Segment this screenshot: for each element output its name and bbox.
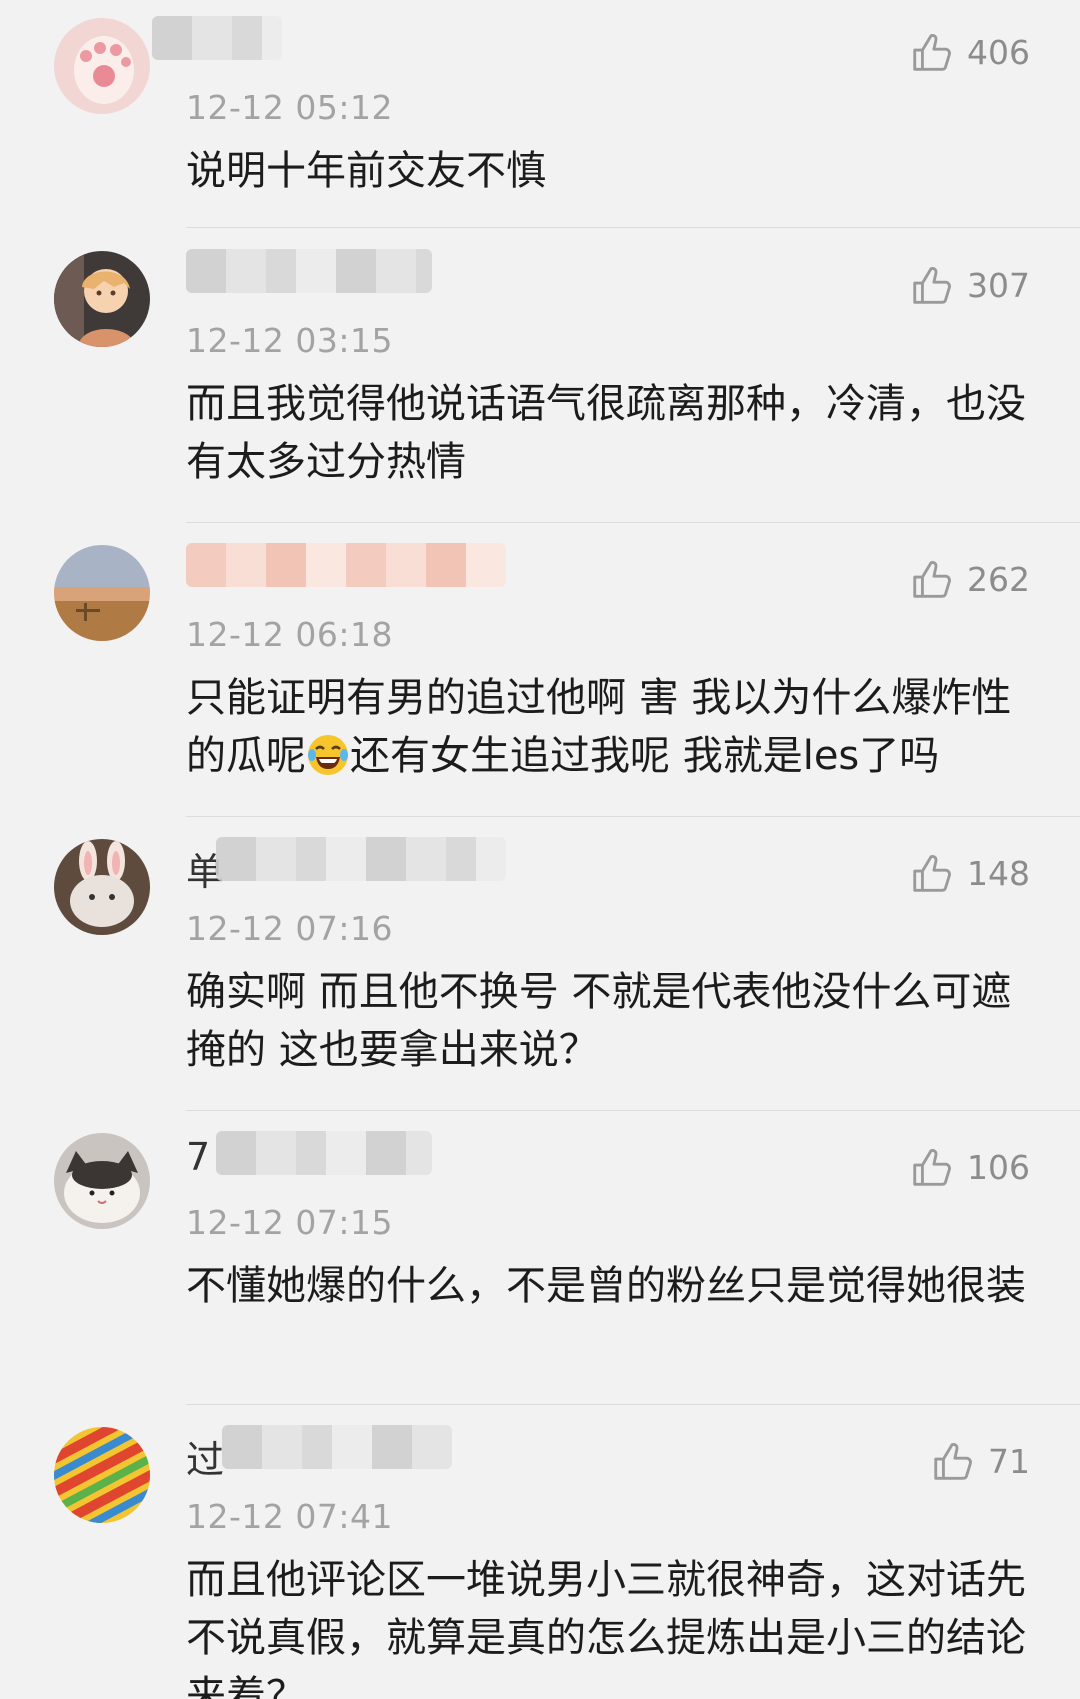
avatar[interactable]	[54, 1133, 150, 1229]
timestamp: 12-12 07:16	[186, 909, 393, 948]
username[interactable]	[186, 539, 506, 599]
avatar[interactable]	[54, 18, 150, 114]
username-blurred	[216, 1131, 432, 1175]
username-visible-part: 过	[186, 1438, 225, 1482]
username-blurred	[222, 1425, 452, 1469]
comment-text: 而且我觉得他说话语气很疏离那种，冷清，也没有太多过分热情	[186, 381, 1026, 485]
like-button[interactable]: 106	[909, 1141, 1030, 1193]
divider	[186, 522, 1080, 523]
like-button[interactable]: 262	[909, 553, 1030, 605]
timestamp: 12-12 06:18	[186, 615, 393, 654]
comment-text: 不懂她爆的什么，不是曾的粉丝只是觉得她很装	[186, 1263, 1026, 1309]
timestamp: 12-12 03:15	[186, 321, 393, 360]
like-button[interactable]: 148	[909, 847, 1030, 899]
divider	[186, 816, 1080, 817]
username-blurred	[216, 837, 506, 881]
thumbs-up-icon	[909, 29, 955, 75]
username[interactable]	[152, 12, 506, 72]
like-count: 262	[967, 559, 1030, 599]
thumbs-up-icon	[909, 850, 955, 896]
divider	[186, 1110, 1080, 1111]
comment-text: 确实啊 而且他不换号 不就是代表他没什么可遮掩的 这也要拿出来说？	[186, 969, 1012, 1073]
avatar[interactable]	[54, 839, 150, 935]
comment-item: 过 71 12-12 07:41 而且他评论区一堆说男小三就很神奇，这对话先不说…	[0, 1409, 1080, 1699]
avatar[interactable]	[54, 545, 150, 641]
like-count: 106	[967, 1147, 1030, 1187]
timestamp: 12-12 07:15	[186, 1203, 393, 1242]
avatar[interactable]	[54, 1427, 150, 1523]
laughing-tears-emoji-icon	[306, 733, 350, 777]
comment-list: 406 12-12 05:12 说明十年前交友不慎 307 12-12 03:1…	[0, 0, 1080, 1699]
like-button[interactable]: 71	[930, 1435, 1030, 1487]
thumbs-up-icon	[909, 262, 955, 308]
thumbs-up-icon	[909, 1144, 955, 1190]
comment-text: 而且他评论区一堆说男小三就很神奇，这对话先不说真假，就算是真的怎么提炼出是小三的…	[186, 1557, 1026, 1699]
comment-text: 说明十年前交友不慎	[186, 148, 546, 194]
username-visible-part: 7	[186, 1135, 211, 1179]
like-button[interactable]: 406	[909, 26, 1030, 78]
comment-item: 单 148 12-12 07:16 确实啊 而且他不换号 不就是代表他没什么可遮…	[0, 821, 1080, 1111]
like-count: 406	[967, 32, 1030, 72]
like-count: 148	[967, 853, 1030, 893]
username[interactable]: 单	[186, 833, 506, 894]
thumbs-up-icon	[909, 556, 955, 602]
username-blurred	[186, 543, 506, 587]
like-button[interactable]: 307	[909, 259, 1030, 311]
username[interactable]	[186, 245, 506, 305]
username[interactable]: 过	[186, 1421, 506, 1482]
divider	[186, 227, 1080, 228]
comment-item: 406 12-12 05:12 说明十年前交友不慎	[0, 0, 1080, 228]
comment-text: 只能证明有男的追过他啊 害 我以为什么爆炸性的瓜呢 还有女生追过我呢 我就是les…	[186, 669, 1036, 785]
comment-item: 7 106 12-12 07:15 不懂她爆的什么，不是曾的粉丝只是觉得她很装	[0, 1115, 1080, 1405]
timestamp: 12-12 07:41	[186, 1497, 393, 1536]
timestamp: 12-12 05:12	[186, 88, 393, 127]
comment-item: 307 12-12 03:15 而且我觉得他说话语气很疏离那种，冷清，也没有太多…	[0, 233, 1080, 523]
divider	[186, 1404, 1080, 1405]
avatar[interactable]	[54, 251, 150, 347]
username-blurred	[152, 16, 282, 60]
username[interactable]: 7	[186, 1127, 506, 1187]
comment-text-part: 还有女生追过我呢 我就是les了吗	[350, 733, 940, 779]
comment-item: 262 12-12 06:18 只能证明有男的追过他啊 害 我以为什么爆炸性的瓜…	[0, 527, 1080, 817]
like-count: 71	[988, 1441, 1030, 1481]
username-blurred	[186, 249, 432, 293]
thumbs-up-icon	[930, 1438, 976, 1484]
like-count: 307	[967, 265, 1030, 305]
